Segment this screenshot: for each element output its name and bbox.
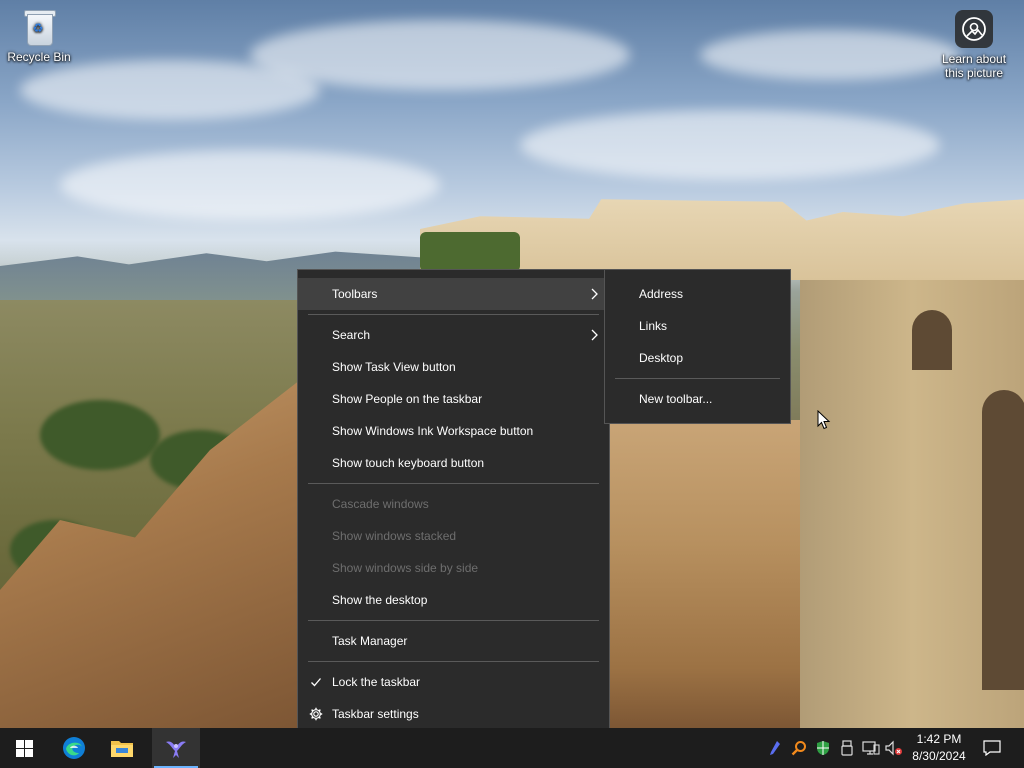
menu-item-label: Cascade windows <box>332 497 429 511</box>
search-magnifier-icon <box>791 741 806 756</box>
tray-usb-device[interactable] <box>838 728 856 768</box>
menu-item-label: Show touch keyboard button <box>332 456 485 470</box>
menu-separator <box>308 483 599 484</box>
bridge-arch <box>912 310 952 370</box>
edge-browser-icon <box>63 737 85 759</box>
clock-time: 1:42 PM <box>916 732 962 746</box>
chevron-right-icon <box>591 329 598 341</box>
menu-item-taskbar-settings[interactable]: Taskbar settings <box>298 698 609 730</box>
submenu-item-desktop[interactable]: Desktop <box>605 342 790 374</box>
menu-item-show-task-view[interactable]: Show Task View button <box>298 351 609 383</box>
wallpaper-cloud <box>520 110 940 180</box>
menu-item-label: Show windows side by side <box>332 561 479 575</box>
tray-search-magnifier[interactable] <box>790 728 808 768</box>
menu-item-label: Task Manager <box>332 634 408 648</box>
tray-security[interactable] <box>814 728 832 768</box>
menu-item-show-people[interactable]: Show People on the taskbar <box>298 383 609 415</box>
pen-icon <box>770 741 780 755</box>
learn-about-label-line1: Learn about <box>941 52 1007 66</box>
recycle-bin-label: Recycle Bin <box>7 50 71 64</box>
menu-item-label: New toolbar... <box>639 392 713 406</box>
menu-separator <box>308 620 599 621</box>
wallpaper-ivy <box>420 232 520 272</box>
menu-item-toolbars[interactable]: Toolbars <box>298 278 609 310</box>
tray-network[interactable] <box>860 728 882 768</box>
learn-about-picture-shortcut[interactable]: Learn about this picture <box>936 10 1012 80</box>
menu-item-label: Search <box>332 328 371 342</box>
action-center-button[interactable] <box>978 728 1006 768</box>
recycle-bin-icon: ♻ <box>23 8 56 46</box>
menu-item-search[interactable]: Search <box>298 319 609 351</box>
tray-volume[interactable] <box>884 728 904 768</box>
volume-muted-icon <box>885 740 902 756</box>
usb-device-icon <box>841 740 853 756</box>
menu-item-label: Show Windows Ink Workspace button <box>332 424 534 438</box>
submenu-item-links[interactable]: Links <box>605 310 790 342</box>
feedback-hub-icon <box>166 741 186 758</box>
chevron-right-icon <box>591 288 598 300</box>
menu-item-show-desktop[interactable]: Show the desktop <box>298 584 609 616</box>
menu-item-cascade-windows: Cascade windows <box>298 488 609 520</box>
menu-item-label: Toolbars <box>332 287 378 301</box>
menu-separator <box>308 661 599 662</box>
wallpaper-cloud <box>60 150 440 220</box>
submenu-item-address[interactable]: Address <box>605 278 790 310</box>
taskbar-clock[interactable]: 1:42 PM 8/30/2024 <box>905 731 973 765</box>
menu-item-show-ink-workspace[interactable]: Show Windows Ink Workspace button <box>298 415 609 447</box>
menu-item-show-touch-keyboard[interactable]: Show touch keyboard button <box>298 447 609 479</box>
mouse-cursor-icon <box>817 410 831 430</box>
menu-item-label: Lock the taskbar <box>332 675 421 689</box>
menu-item-label: Address <box>639 287 684 301</box>
wallpaper-trees <box>40 400 160 470</box>
menu-separator <box>615 378 780 379</box>
checkmark-icon <box>308 666 324 698</box>
taskbar-context-menu: Toolbars Search Show Task View button Sh… <box>297 269 610 739</box>
menu-item-windows-side-by-side: Show windows side by side <box>298 552 609 584</box>
menu-item-label: Desktop <box>639 351 684 365</box>
taskbar-edge[interactable] <box>50 728 98 768</box>
clock-date: 8/30/2024 <box>912 749 966 763</box>
wallpaper-cloud <box>250 20 630 90</box>
menu-item-lock-taskbar[interactable]: Lock the taskbar <box>298 666 609 698</box>
security-shield-icon <box>817 741 829 755</box>
menu-item-task-manager[interactable]: Task Manager <box>298 625 609 657</box>
camera-icon <box>955 10 993 48</box>
start-button[interactable] <box>0 728 48 768</box>
wallpaper-bridge <box>800 280 1024 728</box>
menu-item-windows-stacked: Show windows stacked <box>298 520 609 552</box>
toolbars-submenu: Address Links Desktop New toolbar... <box>604 269 791 424</box>
notification-icon <box>983 740 1001 756</box>
tray-pen-icon[interactable] <box>766 728 784 768</box>
folder-icon <box>111 741 133 757</box>
menu-item-label: Taskbar settings <box>332 707 419 721</box>
taskbar-file-explorer[interactable] <box>98 728 146 768</box>
menu-item-label: Show the desktop <box>332 593 428 607</box>
menu-item-label: Show People on the taskbar <box>332 392 483 406</box>
menu-item-label: Show Task View button <box>332 360 456 374</box>
menu-separator <box>308 314 599 315</box>
menu-item-label: Show windows stacked <box>332 529 457 543</box>
menu-item-label: Links <box>639 319 668 333</box>
taskbar[interactable]: 1:42 PM 8/30/2024 <box>0 728 1024 768</box>
submenu-item-new-toolbar[interactable]: New toolbar... <box>605 383 790 415</box>
recycle-bin-shortcut[interactable]: ♻ Recycle Bin <box>1 8 77 64</box>
gear-icon <box>308 698 324 730</box>
wallpaper-cloud <box>700 30 960 80</box>
network-icon <box>862 741 880 755</box>
bridge-arch <box>982 390 1024 690</box>
windows-logo-icon <box>15 739 33 757</box>
learn-about-label-line2: this picture <box>944 66 1004 80</box>
taskbar-feedback-hub[interactable] <box>152 728 200 768</box>
